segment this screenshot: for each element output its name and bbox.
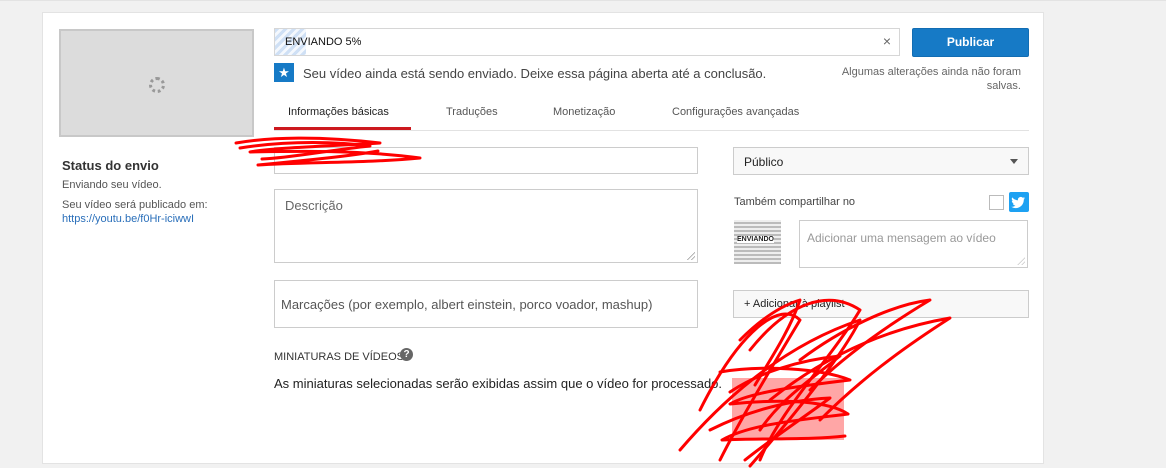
add-to-playlist-label: + Adicionar à playlist [744, 298, 845, 310]
share-thumbnail-text: ENVIANDO [737, 236, 774, 243]
tab-advanced-settings[interactable]: Configurações avançadas [672, 106, 799, 118]
active-tab-indicator [274, 127, 411, 130]
add-to-playlist-button[interactable]: + Adicionar à playlist [733, 290, 1029, 318]
privacy-selected-value: Público [744, 155, 784, 169]
twitter-icon[interactable] [1009, 192, 1029, 212]
description-textarea[interactable]: Descrição [274, 189, 698, 263]
tab-monetization[interactable]: Monetização [553, 106, 615, 118]
privacy-select[interactable]: Público [733, 147, 1029, 175]
tab-basic-info[interactable]: Informações básicas [288, 106, 389, 118]
share-message-placeholder: Adicionar uma mensagem ao vídeo [807, 231, 996, 245]
video-url-link[interactable]: https://youtu.be/f0Hr-iciwwI [62, 213, 194, 225]
close-icon[interactable]: × [883, 33, 891, 49]
unsaved-changes-note: Algumas alterações ainda não foram salva… [841, 66, 1021, 92]
upload-status-text: Enviando seu vídeo. [62, 179, 162, 191]
loading-spinner-icon [149, 77, 165, 93]
top-divider [0, 0, 1166, 1]
upload-notice-text: Seu vídeo ainda está sendo enviado. Deix… [303, 66, 767, 81]
thumbnails-section-title: MINIATURAS DE VÍDEOS [274, 351, 404, 363]
share-label: Também compartilhar no [734, 196, 856, 208]
video-thumbnail-placeholder [59, 29, 254, 137]
title-input[interactable] [274, 147, 698, 174]
share-preview-thumbnail: ENVIANDO [734, 220, 781, 264]
upload-status-title: Status do envio [62, 158, 159, 173]
upload-card: Status do envio Enviando seu vídeo. Seu … [42, 12, 1044, 464]
description-placeholder: Descrição [285, 198, 343, 213]
chevron-down-icon [1010, 159, 1018, 164]
star-icon: ★ [274, 63, 294, 82]
publish-button[interactable]: Publicar [912, 28, 1029, 57]
resize-grip-icon[interactable] [1017, 257, 1025, 265]
upload-progress-label: ENVIANDO 5% [285, 36, 362, 48]
upload-progress-bar: ENVIANDO 5% × [274, 28, 900, 56]
tags-input[interactable]: Marcações (por exemplo, albert einstein,… [274, 280, 698, 328]
publish-url-label: Seu vídeo será publicado em: [62, 199, 208, 211]
help-icon[interactable]: ? [400, 348, 413, 361]
tab-translations[interactable]: Traduções [446, 106, 498, 118]
tab-bar: Informações básicas Traduções Monetizaçã… [274, 101, 1029, 131]
thumbnails-description: As miniaturas selecionadas serão exibida… [274, 376, 723, 391]
tags-placeholder: Marcações (por exemplo, albert einstein,… [281, 297, 653, 312]
share-message-textarea[interactable]: Adicionar uma mensagem ao vídeo [799, 220, 1028, 268]
resize-grip-icon[interactable] [687, 252, 695, 260]
share-twitter-checkbox[interactable] [989, 195, 1004, 210]
